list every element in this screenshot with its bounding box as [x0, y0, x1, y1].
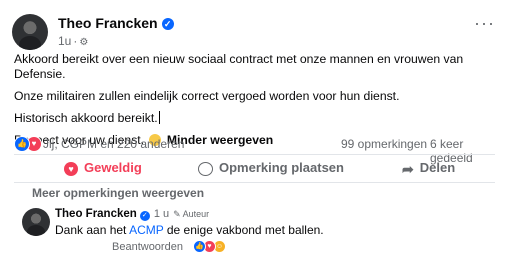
comments-count[interactable]: 99 opmerkingen — [341, 137, 427, 151]
separator-dot: · — [73, 34, 78, 48]
comment-text-after: de enige vakbond met ballen. — [163, 223, 324, 237]
share-button[interactable]: ➦ Delen — [402, 158, 455, 178]
reactions-bar: 👍 ♥ Jij, CGPM en 220 anderen 99 opmerking… — [14, 135, 499, 165]
post-line-3-text: Historisch akkoord bereikt. — [14, 111, 158, 125]
author-tag-text: Auteur — [182, 209, 210, 219]
like-button[interactable]: ♥ Geweldig — [64, 158, 142, 178]
author-name-text[interactable]: Theo Francken — [58, 15, 158, 31]
like-button-label: Geweldig — [84, 160, 142, 175]
divider-bottom — [14, 182, 495, 183]
post-line-3: Historisch akkoord bereikt. — [14, 111, 499, 126]
post-line-1: Akkoord bereikt over een nieuw sociaal c… — [14, 52, 464, 81]
comment-bubble-icon — [198, 161, 213, 176]
comment-text: Dank aan het ACMP de enige vakbond met b… — [55, 223, 324, 237]
like-reaction-icon: 👍 — [193, 240, 206, 253]
author-name[interactable]: Theo Francken ✓ — [58, 15, 174, 31]
comment-time[interactable]: 1 u — [154, 208, 169, 220]
comment-reactions[interactable]: 👍 ♥ ☺ — [193, 240, 226, 254]
text-caret — [158, 111, 160, 124]
comment-button-label: Opmerking plaatsen — [219, 160, 344, 175]
reaction-icons[interactable]: 👍 ♥ — [14, 136, 42, 152]
comment-actions: Beantwoorden — [112, 241, 183, 253]
post-time[interactable]: 1u — [58, 34, 71, 48]
post-header: Theo Francken ✓ 1u · ⚙ ··· — [12, 14, 497, 50]
action-row: ♥ Geweldig Opmerking plaatsen ➦ Delen — [14, 154, 495, 182]
comment-author[interactable]: Theo Francken — [55, 208, 137, 220]
comment-button[interactable]: Opmerking plaatsen — [198, 158, 344, 178]
heart-icon: ♥ — [64, 161, 78, 176]
share-button-label: Delen — [419, 160, 456, 175]
like-reaction-icon: 👍 — [14, 136, 30, 152]
post-line-2: Onze militairen zullen eindelijk correct… — [14, 89, 400, 103]
post-meta: 1u · ⚙ — [58, 34, 88, 48]
more-comments-link[interactable]: Meer opmerkingen weergeven — [32, 186, 204, 200]
mention-link[interactable]: ACMP — [129, 223, 163, 237]
more-options-icon[interactable]: ··· — [474, 14, 495, 32]
author-tag: ✎ Auteur — [173, 209, 210, 219]
comment-text-before: Dank aan het — [55, 223, 130, 237]
verified-badge-icon: ✓ — [161, 18, 174, 30]
comment-header: Theo Francken ✓ 1 u ✎ Auteur — [55, 208, 209, 221]
comment-avatar[interactable] — [22, 208, 50, 236]
author-avatar[interactable] — [12, 14, 48, 50]
gear-icon[interactable]: ⚙ — [79, 37, 88, 48]
reaction-names[interactable]: Jij, CGPM en 220 anderen — [43, 137, 184, 151]
reply-link[interactable]: Beantwoorden — [112, 241, 183, 253]
verified-badge-icon: ✓ — [139, 211, 150, 221]
share-arrow-icon: ➦ — [402, 160, 414, 177]
